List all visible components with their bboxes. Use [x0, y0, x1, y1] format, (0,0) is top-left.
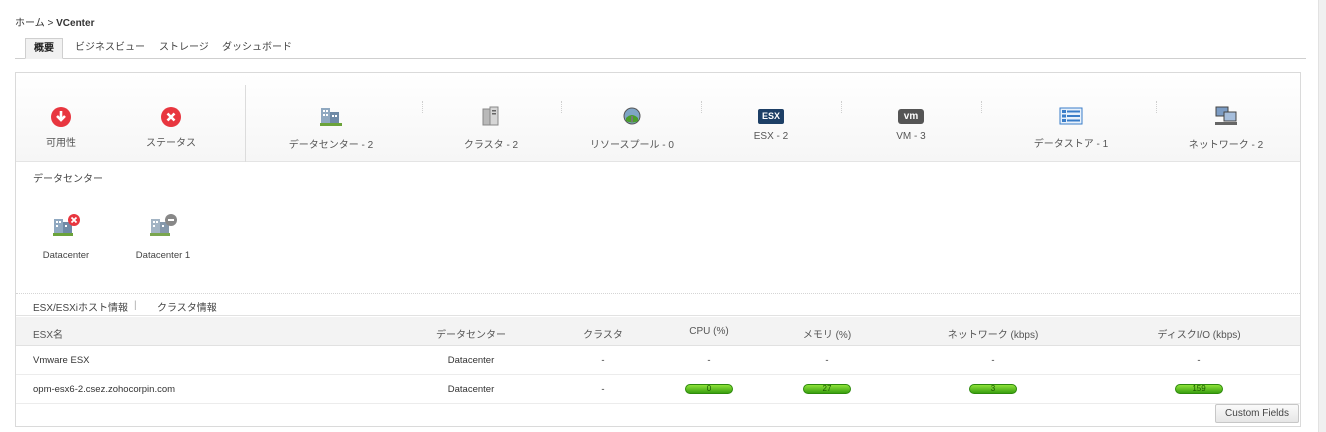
- inventory-clusters-label: クラスタ - 2: [463, 140, 519, 151]
- memory-cell: -: [825, 355, 829, 366]
- datacenter-unmanaged-icon: [128, 213, 198, 240]
- resource-pool-icon: [572, 106, 692, 129]
- datastore-icon: [1016, 107, 1126, 128]
- inventory-vm[interactable]: vm VM - 3: [871, 109, 951, 142]
- table-row: Vmware ESX Datacenter - - - - -: [16, 346, 1300, 375]
- down-arrow-alert-icon: [51, 107, 71, 127]
- datacenter-item[interactable]: Datacenter 1: [128, 213, 198, 261]
- summary-separator: [422, 101, 423, 113]
- disk-io-usage-bar[interactable]: 159: [1175, 384, 1223, 394]
- inventory-vm-label: VM - 3: [896, 131, 926, 142]
- summary-separator: [561, 101, 562, 113]
- summary-divider: [245, 85, 246, 162]
- network-usage-bar[interactable]: 3: [969, 384, 1017, 394]
- cpu-cell: -: [707, 355, 711, 366]
- subtab-esx-host-info[interactable]: ESX/ESXiホスト情報: [33, 299, 128, 314]
- availability-label: 可用性: [46, 138, 76, 149]
- custom-fields-button[interactable]: Custom Fields: [1215, 404, 1299, 423]
- summary-separator: [981, 101, 982, 113]
- inventory-datacenters-label: データセンター - 2: [288, 140, 374, 151]
- inventory-esx-label: ESX - 2: [753, 131, 789, 142]
- breadcrumb-home-link[interactable]: ホーム: [15, 18, 45, 29]
- breadcrumb-current: VCenter: [56, 18, 95, 29]
- datacenters-section-title: データセンター: [33, 174, 103, 185]
- cluster-cell: -: [601, 355, 605, 366]
- datacenter-icon: [271, 106, 391, 129]
- memory-usage-bar[interactable]: 27: [803, 384, 851, 394]
- vertical-scrollbar[interactable]: [1318, 0, 1326, 432]
- status-summary[interactable]: ステータス: [141, 107, 201, 149]
- column-header-esx-name[interactable]: ESX名: [33, 326, 63, 341]
- breadcrumb-separator: >: [44, 18, 57, 29]
- disk-io-cell: -: [1197, 355, 1201, 366]
- datacenter-cell: Datacenter: [447, 384, 495, 395]
- summary-separator: [841, 101, 842, 113]
- column-header-disk-io[interactable]: ディスクI/O (kbps): [1157, 326, 1240, 341]
- summary-separator: [1156, 101, 1157, 113]
- column-header-memory[interactable]: メモリ (%): [803, 326, 851, 341]
- availability-summary[interactable]: 可用性: [36, 107, 86, 149]
- main-tabs: 概要 ビジネスビュー ストレージ ダッシュボード: [15, 38, 1306, 59]
- datacenter-critical-icon: [38, 213, 94, 240]
- tab-business-view[interactable]: ビジネスビュー: [75, 38, 145, 59]
- datacenter-cell: Datacenter: [447, 355, 495, 366]
- inventory-resource-pools-label: リソースプール - 0: [590, 140, 674, 151]
- inventory-datacenters[interactable]: データセンター - 2: [271, 106, 391, 151]
- subtab-cluster-info[interactable]: クラスタ情報: [157, 299, 217, 314]
- network-icon: [1176, 106, 1276, 129]
- status-label: ステータス: [146, 138, 196, 149]
- tab-overview[interactable]: 概要: [25, 38, 63, 59]
- vcenter-overview-panel: 可用性 ステータス データセンター - 2 クラスタ - 2 リソースプール -…: [15, 72, 1301, 427]
- esx-table-header: ESX名 データセンター クラスタ CPU (%) メモリ (%) ネットワーク…: [16, 317, 1300, 346]
- inventory-clusters[interactable]: クラスタ - 2: [436, 106, 546, 151]
- datacenter-item[interactable]: Datacenter: [38, 213, 94, 261]
- tab-dashboard[interactable]: ダッシュボード: [222, 38, 292, 59]
- esx-icon: ESX: [758, 109, 784, 124]
- column-header-network[interactable]: ネットワーク (kbps): [948, 326, 1039, 341]
- column-header-cpu[interactable]: CPU (%): [689, 326, 728, 337]
- breadcrumb: ホーム > VCenter: [15, 14, 94, 29]
- summary-strip: 可用性 ステータス データセンター - 2 クラスタ - 2 リソースプール -…: [16, 73, 1300, 162]
- summary-separator: [701, 101, 702, 113]
- esx-name-link[interactable]: Vmware ESX: [33, 355, 90, 366]
- column-header-cluster[interactable]: クラスタ: [583, 326, 623, 341]
- cluster-cell: -: [601, 384, 605, 395]
- cpu-usage-bar[interactable]: 0: [685, 384, 733, 394]
- vm-icon: vm: [898, 109, 924, 124]
- inventory-datastores-label: データストア - 1: [1033, 139, 1109, 150]
- x-circle-icon: [161, 107, 181, 127]
- network-cell: -: [991, 355, 995, 366]
- subtab-divider: |: [134, 300, 137, 311]
- inventory-resource-pools[interactable]: リソースプール - 0: [572, 106, 692, 151]
- cluster-icon: [436, 106, 546, 129]
- tab-storage[interactable]: ストレージ: [159, 38, 209, 59]
- host-info-subtabs: ESX/ESXiホスト情報 | クラスタ情報: [16, 293, 1300, 316]
- datacenter-name: Datacenter: [42, 250, 90, 261]
- inventory-networks-label: ネットワーク - 2: [1188, 140, 1264, 151]
- esx-name-link[interactable]: opm-esx6-2.csez.zohocorpin.com: [33, 384, 175, 395]
- datacenter-name: Datacenter 1: [135, 250, 191, 261]
- inventory-esx[interactable]: ESX ESX - 2: [731, 109, 811, 142]
- column-header-datacenter[interactable]: データセンター: [436, 326, 506, 341]
- table-row: opm-esx6-2.csez.zohocorpin.com Datacente…: [16, 375, 1300, 404]
- inventory-datastores[interactable]: データストア - 1: [1016, 107, 1126, 150]
- inventory-networks[interactable]: ネットワーク - 2: [1176, 106, 1276, 151]
